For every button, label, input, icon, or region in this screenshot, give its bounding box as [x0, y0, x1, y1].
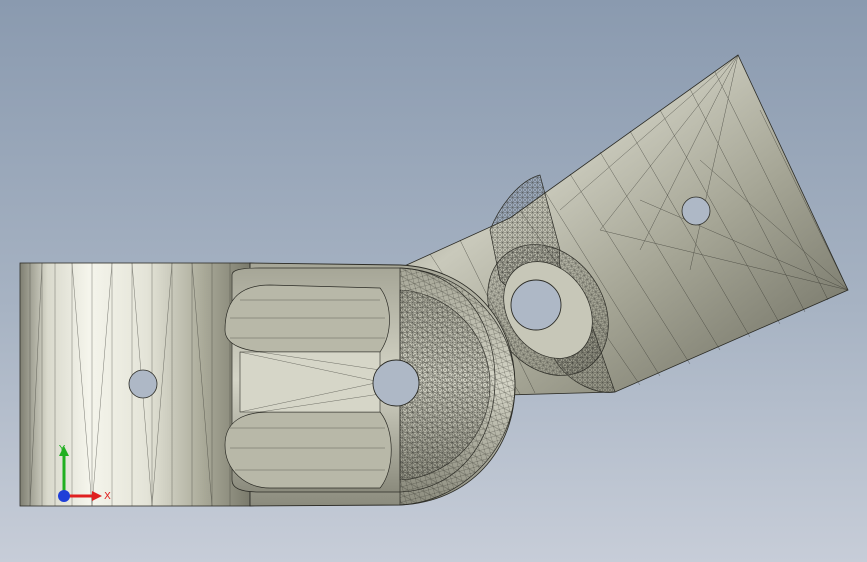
x-axis-label: X: [104, 491, 111, 502]
z-axis-dot: [58, 490, 70, 502]
axis-triad: Y X: [50, 438, 120, 508]
right-pin-hole: [681, 196, 711, 226]
left-pin-hole: [128, 369, 158, 399]
model-view[interactable]: [0, 0, 867, 562]
clevis-fork: [224, 262, 516, 507]
center-pin-hole: [372, 359, 420, 407]
y-axis-label: Y: [58, 444, 66, 455]
knuckle-pin-hole: [510, 279, 562, 331]
x-axis-arrowhead: [92, 491, 102, 501]
3d-viewport[interactable]: Y X: [0, 0, 867, 562]
